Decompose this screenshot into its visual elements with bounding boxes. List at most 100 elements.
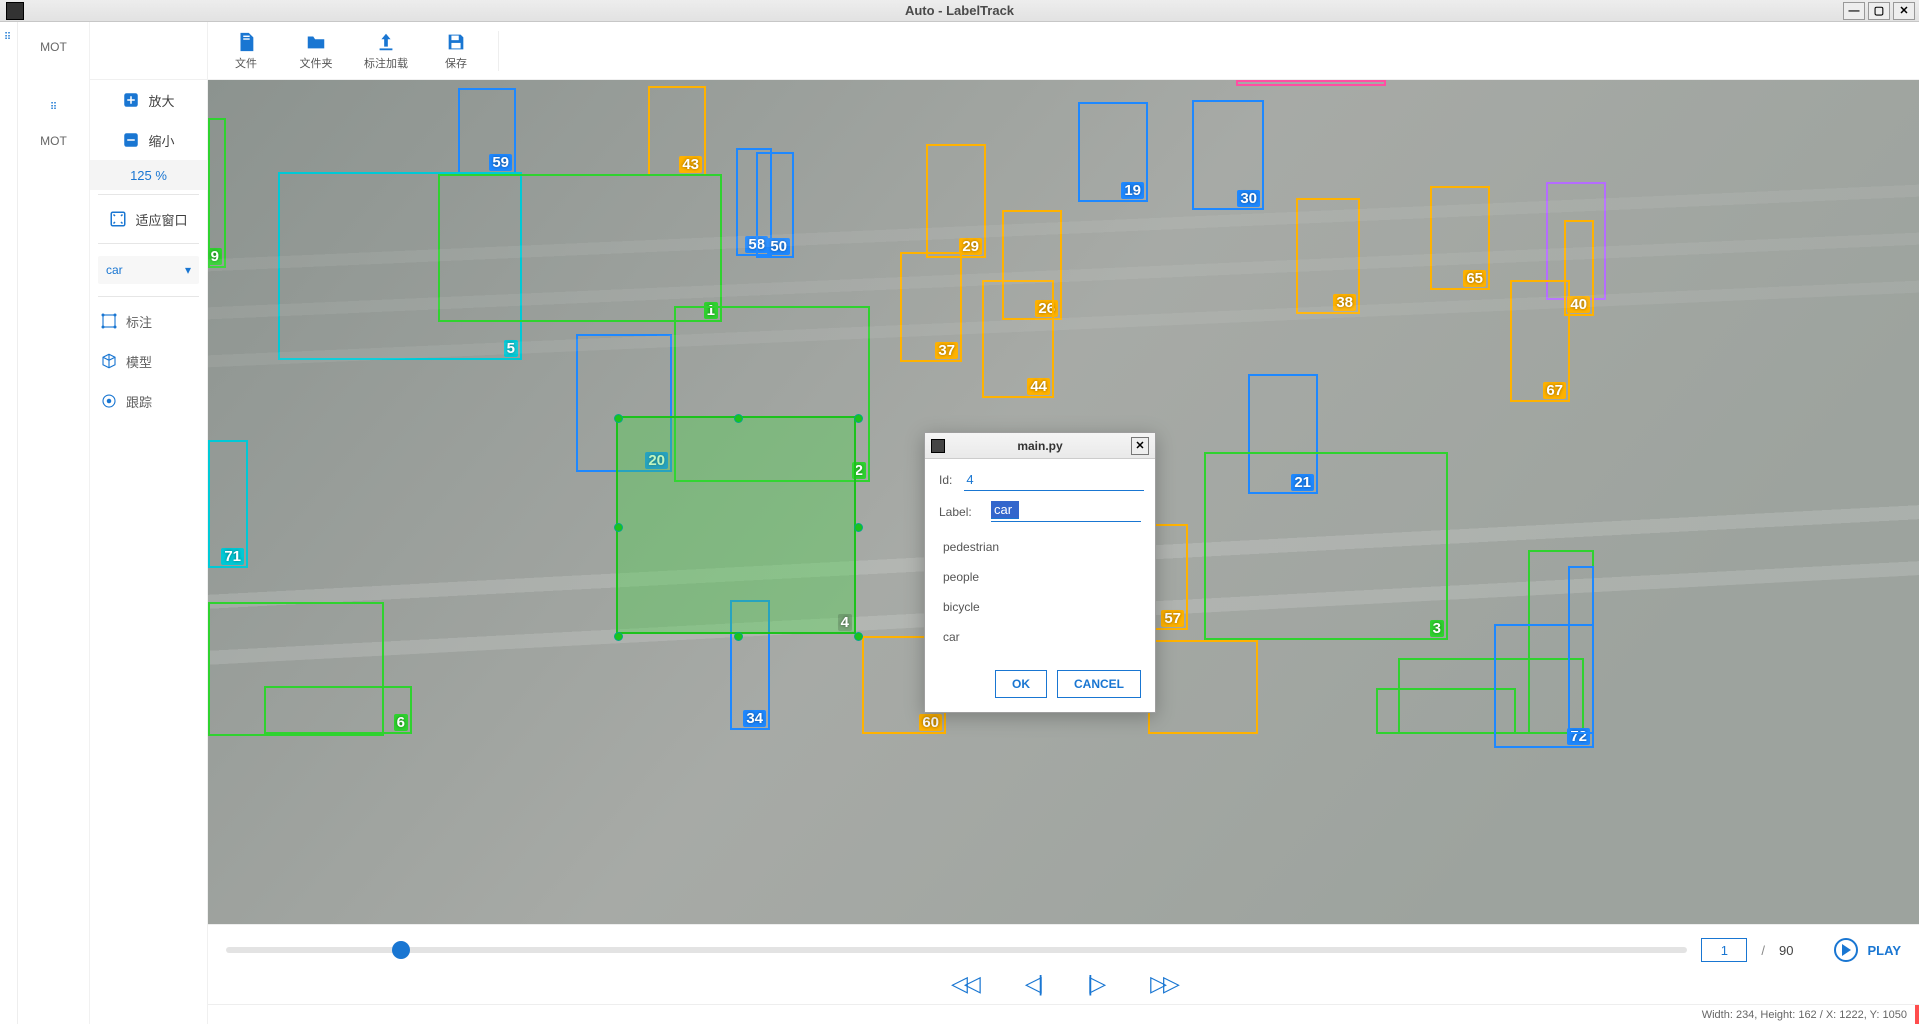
resize-handle[interactable] (854, 632, 863, 641)
bbox[interactable]: 3 (1204, 452, 1448, 640)
resize-handle[interactable] (734, 632, 743, 641)
bbox[interactable]: 67 (1510, 280, 1570, 402)
play-button[interactable]: PLAY (1834, 938, 1901, 962)
sidebar-annotate[interactable]: 标注 (90, 301, 207, 341)
rewind-button[interactable]: ◁◁ (951, 971, 977, 997)
bbox[interactable]: 44 (982, 280, 1054, 398)
bbox[interactable]: 72 (1494, 624, 1594, 748)
label-options-list[interactable]: pedestrianpeoplebicyclecarvan (939, 532, 1141, 662)
cancel-button[interactable]: CANCEL (1057, 670, 1141, 698)
toolbar-folder-button[interactable]: 文件夹 (282, 26, 350, 76)
frame-slider[interactable] (226, 947, 1687, 953)
dialog-titlebar[interactable]: main.py ✕ (925, 433, 1155, 459)
sidebar-fit-window[interactable]: 适应窗口 (90, 199, 207, 239)
bbox[interactable]: 34 (730, 600, 770, 730)
window-title: Auto - LabelTrack (0, 3, 1919, 18)
ok-button[interactable]: OK (995, 670, 1047, 698)
bbox[interactable] (1148, 640, 1258, 734)
bbox-id: 72 (1567, 728, 1590, 745)
bbox[interactable]: 58 (736, 148, 772, 256)
mode-drag-icon: ⠿ (18, 90, 89, 124)
bbox[interactable] (1568, 566, 1594, 734)
statusbar-text: Width: 234, Height: 162 / X: 1222, Y: 10… (1702, 1009, 1907, 1021)
save-icon (445, 31, 467, 53)
next-frame-button[interactable]: |▷ (1088, 971, 1103, 997)
bbox[interactable]: 30 (1192, 100, 1264, 210)
resize-handle[interactable] (614, 523, 623, 532)
label-input[interactable]: car (991, 501, 1019, 519)
bbox-id: 37 (935, 342, 958, 359)
bbox-id: 43 (679, 156, 702, 173)
frame-input[interactable] (1701, 938, 1747, 962)
bbox[interactable] (208, 602, 384, 736)
bbox-id: 26 (1035, 300, 1058, 317)
label-option[interactable]: car (939, 622, 1141, 652)
window-titlebar: Auto - LabelTrack — ▢ ✕ (0, 0, 1919, 22)
class-dropdown-value: car (106, 263, 123, 277)
frame-separator: / (1761, 943, 1765, 958)
toolbar-file-label: 文件 (235, 55, 257, 71)
bbox[interactable]: 50 (756, 152, 794, 258)
bbox[interactable]: 37 (900, 252, 962, 362)
bbox[interactable]: 5 (278, 172, 522, 360)
bbox-id: 65 (1463, 270, 1486, 287)
bbox-selected[interactable]: 4 (616, 416, 856, 634)
forward-button[interactable]: ▷▷ (1150, 971, 1176, 997)
bbox[interactable]: 43 (648, 86, 706, 176)
model-icon (100, 352, 118, 370)
bbox[interactable]: 19 (1078, 102, 1148, 202)
bbox[interactable] (1236, 80, 1386, 86)
toolbar-save-button[interactable]: 保存 (422, 26, 490, 76)
sidebar-zoom-out[interactable]: 缩小 (90, 120, 207, 160)
bbox[interactable] (1546, 182, 1606, 300)
label-option[interactable]: van (939, 652, 1141, 662)
frame-slider-thumb[interactable] (392, 941, 410, 959)
canvas[interactable]: 59 43 19 30 9 5850 29 65 5 1 26 38 40 37 44 67 20 2 71 21 3 5… (208, 80, 1919, 924)
bbox-id: 3 (1430, 620, 1444, 637)
bbox[interactable]: 26 (1002, 210, 1062, 320)
bbox-id: 2 (852, 462, 866, 479)
bbox[interactable]: 65 (1430, 186, 1490, 290)
resize-handle[interactable] (734, 414, 743, 423)
footer: / 90 PLAY ◁◁ ◁| |▷ ▷▷ (208, 924, 1919, 1004)
bbox[interactable]: 1 (438, 174, 722, 322)
label-option[interactable]: bicycle (939, 592, 1141, 622)
bbox[interactable]: 71 (208, 440, 248, 568)
resize-handle[interactable] (854, 523, 863, 532)
toolbar-file-button[interactable]: 文件 (212, 26, 280, 76)
class-dropdown[interactable]: car (98, 256, 199, 284)
mode-mot[interactable]: MOT (18, 124, 89, 158)
bbox[interactable]: 40 (1564, 220, 1594, 316)
bbox[interactable]: 9 (208, 118, 226, 268)
sidebar-model[interactable]: 模型 (90, 341, 207, 381)
bbox[interactable]: 6 (264, 686, 412, 734)
label-option[interactable]: people (939, 562, 1141, 592)
label-option[interactable]: pedestrian (939, 532, 1141, 562)
resize-handle[interactable] (614, 632, 623, 641)
bbox[interactable]: 38 (1296, 198, 1360, 314)
bbox[interactable]: 2 (674, 306, 870, 482)
sidebar-track[interactable]: 跟踪 (90, 381, 207, 421)
sidebar-zoom-pct[interactable]: 125 % (90, 160, 207, 190)
bbox-id: 57 (1161, 610, 1184, 627)
statusbar: Width: 234, Height: 162 / X: 1222, Y: 10… (208, 1004, 1919, 1024)
id-input[interactable] (964, 469, 1144, 491)
bbox[interactable]: 20 (576, 334, 672, 472)
toolbar-load-anno-button[interactable]: 标注加载 (352, 26, 420, 76)
bbox-id: 1 (704, 302, 718, 319)
resize-handle[interactable] (614, 414, 623, 423)
prev-frame-button[interactable]: ◁| (1025, 971, 1040, 997)
bbox-id: 4 (838, 614, 852, 631)
resize-handle[interactable] (854, 414, 863, 423)
bbox[interactable]: 21 (1248, 374, 1318, 494)
mode-mot-top[interactable]: MOT (18, 30, 89, 64)
bbox[interactable]: 29 (926, 144, 986, 258)
bbox[interactable] (1528, 550, 1594, 734)
zoom-out-icon (122, 131, 140, 149)
bbox-id: 38 (1333, 294, 1356, 311)
upload-icon (375, 31, 397, 53)
sidebar-zoom-in[interactable]: 放大 (90, 80, 207, 120)
bbox[interactable] (1398, 658, 1584, 734)
bbox[interactable] (1376, 688, 1516, 734)
bbox[interactable]: 59 (458, 88, 516, 174)
